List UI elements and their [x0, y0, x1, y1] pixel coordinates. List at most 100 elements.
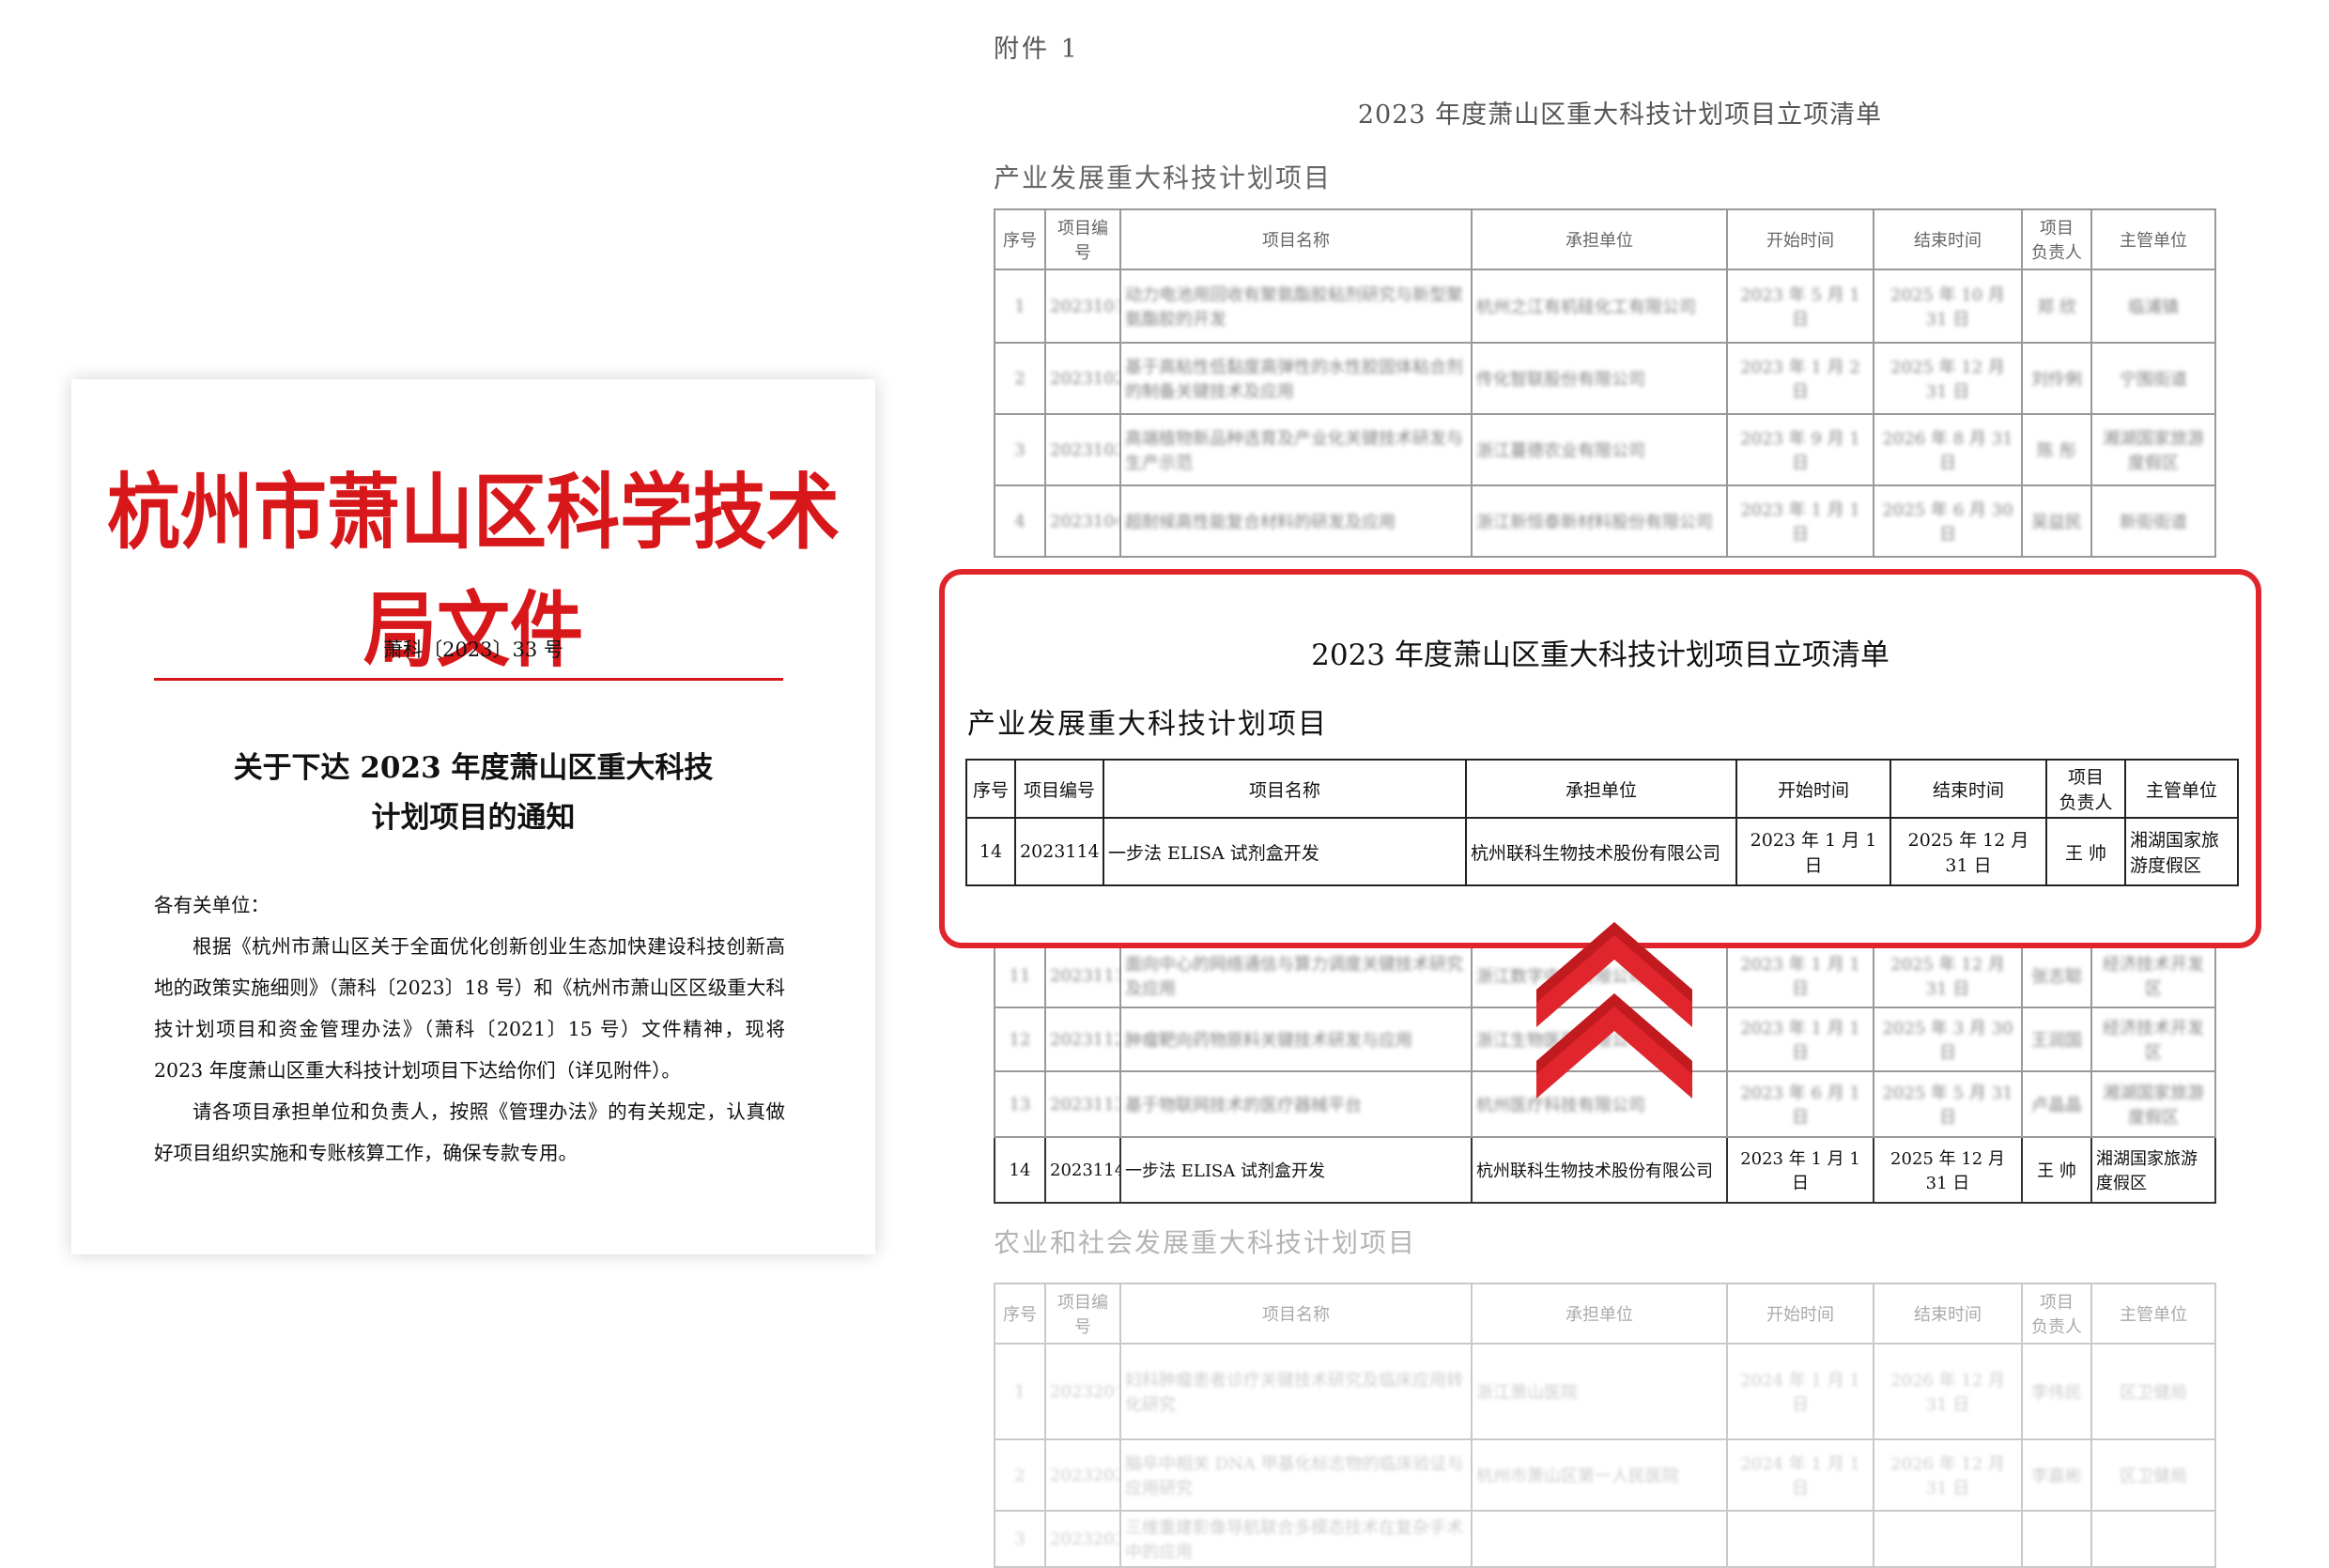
- double-chevron-up-icon: [1536, 922, 1692, 1099]
- table-row: 3 2023103 高端植物新品种选育及产业化关键技术研发与生产示范 浙江蔓德农业有限…: [994, 413, 2216, 486]
- table-cell: 2024 年 1 月 1 日: [1726, 1343, 1874, 1440]
- header-cell: 项目 负责人: [2021, 1283, 2092, 1345]
- notice-title-line-2: 计划项目的通知: [371, 801, 576, 835]
- table-cell: 高端植物新品种选育及产业化关键技术研发与生产示范: [1119, 413, 1473, 486]
- table-cell: 三维重建影像导航联合多模态技术在复杂手术中的应用: [1119, 1510, 1473, 1568]
- table-cell: 2023113: [1044, 1070, 1121, 1138]
- table-cell: 2023101: [1044, 269, 1121, 344]
- section-agriculture-heading: 农业和社会发展重大科技计划项目: [994, 1227, 1417, 1258]
- table-cell: 2023 年 6 月 1 日: [1726, 1070, 1874, 1138]
- table-cell: 陈 彤: [2021, 413, 2092, 486]
- callout-table: 序号 项目编号 项目名称 承担单位 开始时间 结束时间 项目 负责人 主管单位 1…: [965, 759, 2239, 886]
- letterhead-divider: [154, 678, 783, 681]
- table-cell: 卢晶晶: [2021, 1070, 2092, 1138]
- table-cell: 2026 年 12 月 31 日: [1873, 1438, 2023, 1512]
- agriculture-table: 序号 项目编号 项目名称 承担单位 开始时间 结束时间 项目 负责人 主管单位 1…: [994, 1283, 2216, 1568]
- table-row: 2 2023102 基于高粘性低黏度高弹性的水性胶固体粘合剂的制备关键技术及应用 传化…: [994, 342, 2216, 415]
- table-header-row: 序号 项目编号 项目名称 承担单位 开始时间 结束时间 项目 负责人 主管单位: [994, 208, 2216, 270]
- table-cell: 张志聪: [2021, 943, 2092, 1008]
- table-cell: [1471, 1510, 1728, 1568]
- table-cell: 2023 年 1 月 1 日: [1735, 817, 1891, 886]
- header-cell: 结束时间: [1889, 759, 2047, 819]
- header-cell: 承担单位: [1465, 759, 1737, 819]
- notice-body: 各有关单位： 根据《杭州市萧山区关于全面优化创新创业生态加快建设科技创新高地的政…: [154, 884, 785, 1174]
- table-cell: 2023 年 1 月 1 日: [1726, 1007, 1874, 1072]
- table-cell: 2025 年 12 月 31 日: [1873, 342, 2023, 415]
- table-cell: 2023202: [1044, 1438, 1121, 1512]
- header-cell: 开始时间: [1735, 759, 1891, 819]
- table-cell: 2025 年 10 月 31 日: [1873, 269, 2023, 344]
- table-cell: 2023 年 1 月 1 日: [1726, 1136, 1874, 1204]
- table-cell: 2023203: [1044, 1510, 1121, 1568]
- body-paragraph-1: 根据《杭州市萧山区关于全面优化创新创业生态加快建设科技创新高地的政策实施细则》（…: [154, 935, 785, 1082]
- header-cell: 项目名称: [1119, 1283, 1473, 1345]
- header-cell: 序号: [994, 208, 1046, 270]
- header-pm-line-1: 项目: [2040, 1293, 2074, 1313]
- table-cell: 2025 年 5 月 31 日: [1873, 1070, 2023, 1138]
- table-cell: 传化智联股份有限公司: [1471, 342, 1728, 415]
- table-cell: 2025 年 12 月 31 日: [1889, 817, 2047, 886]
- header-cell: 开始时间: [1726, 208, 1874, 270]
- notice-title: 关于下达 2023 年度萧山区重大科技 计划项目的通知: [71, 744, 875, 843]
- table-cell: 基于物联网技术的医疗器械平台: [1119, 1070, 1473, 1138]
- table-cell: 湘湖国家旅游度假区: [2090, 1070, 2216, 1138]
- table-cell: 吴益民: [2021, 484, 2092, 558]
- header-cell: 开始时间: [1726, 1283, 1874, 1345]
- table-cell: 湘湖国家旅游度假区: [2090, 1136, 2216, 1204]
- table-cell: [2021, 1510, 2092, 1568]
- table-cell: 王 帅: [2021, 1136, 2092, 1204]
- table-cell: 杭州市萧山区第一人民医院: [1471, 1438, 1728, 1512]
- header-pm-line-2: 负责人: [2031, 243, 2082, 263]
- header-cell: 项目名称: [1119, 208, 1473, 270]
- header-cell: 项目 负责人: [2021, 208, 2092, 270]
- table-cell: 12: [994, 1007, 1046, 1072]
- table-cell: 1: [994, 269, 1046, 344]
- table-cell: 14: [965, 817, 1016, 886]
- table-cell: 2024 年 1 月 1 日: [1726, 1438, 1874, 1512]
- table-cell: 2026 年 12 月 31 日: [1873, 1343, 2023, 1440]
- table-cell: 经济技术开发区: [2090, 1007, 2216, 1072]
- table-cell: 4: [994, 484, 1046, 558]
- table-cell: 2023114: [1044, 1136, 1121, 1204]
- table-cell: 区卫健局: [2090, 1343, 2216, 1440]
- table-cell: 2023114: [1014, 817, 1104, 886]
- highlight-callout: 2023 年度萧山区重大科技计划项目立项清单 产业发展重大科技计划项目 序号 项…: [939, 569, 2261, 948]
- header-pm-line-1: 项目: [2040, 219, 2074, 238]
- table-cell: 基于高粘性低黏度高弹性的水性胶固体粘合剂的制备关键技术及应用: [1119, 342, 1473, 415]
- header-cell: 项目名称: [1103, 759, 1467, 819]
- section-industry-heading: 产业发展重大科技计划项目: [994, 162, 1333, 193]
- table-cell: 2025 年 6 月 30 日: [1873, 484, 2023, 558]
- header-cell: 结束时间: [1873, 1283, 2023, 1345]
- header-pm-line-2: 负责人: [2059, 792, 2113, 813]
- table-cell: 动力电池用回收有聚氨酯胶粘剂研究与新型聚氨酯胶的开发: [1119, 269, 1473, 344]
- table-cell: 2023102: [1044, 342, 1121, 415]
- header-cell: 主管单位: [2090, 1283, 2216, 1345]
- table-cell: 浙江萧山医院: [1471, 1343, 1728, 1440]
- header-cell: 项目 负责人: [2045, 759, 2126, 819]
- table-cell: 超耐候高性能复合材料的研发及应用: [1119, 484, 1473, 558]
- table-cell: 2025 年 12 月 31 日: [1873, 1136, 2023, 1204]
- table-row: 3 2023203 三维重建影像导航联合多模态技术在复杂手术中的应用: [994, 1510, 2216, 1568]
- table-cell: 2023 年 5 月 1 日: [1726, 269, 1874, 344]
- table-cell: 刘伶俐: [2021, 342, 2092, 415]
- table-cell: 面向中心的网络通信与算力调度关键技术研究及应用: [1119, 943, 1473, 1008]
- notice-title-line-1: 关于下达 2023 年度萧山区重大科技: [233, 751, 714, 785]
- table-header-row: 序号 项目编号 项目名称 承担单位 开始时间 结束时间 项目 负责人 主管单位: [965, 759, 2239, 819]
- table-cell: 杭州联科生物技术股份有限公司: [1465, 817, 1737, 886]
- table-cell: [1726, 1510, 1874, 1568]
- callout-section-heading: 产业发展重大科技计划项目: [967, 708, 1328, 741]
- header-cell: 结束时间: [1873, 208, 2023, 270]
- table-cell: 宁围街道: [2090, 342, 2216, 415]
- header-cell: 主管单位: [2090, 208, 2216, 270]
- table-cell: 湘湖国家旅游度假区: [2090, 413, 2216, 486]
- table-cell: 李伟民: [2021, 1343, 2092, 1440]
- table-cell: 3: [994, 413, 1046, 486]
- table-cell: 2023 年 9 月 1 日: [1726, 413, 1874, 486]
- table-cell: 2023103: [1044, 413, 1121, 486]
- table-row-14: 14 2023114 一步法 ELISA 试剂盒开发 杭州联科生物技术股份有限公…: [994, 1136, 2216, 1204]
- table-cell: 新街街道: [2090, 484, 2216, 558]
- table-cell: 2025 年 3 月 30 日: [1873, 1007, 2023, 1072]
- header-cell: 承担单位: [1471, 208, 1728, 270]
- header-cell: 主管单位: [2124, 759, 2239, 819]
- table-cell: 妇科肿瘤患者诊疗关键技术研究及临床应用转化研究: [1119, 1343, 1473, 1440]
